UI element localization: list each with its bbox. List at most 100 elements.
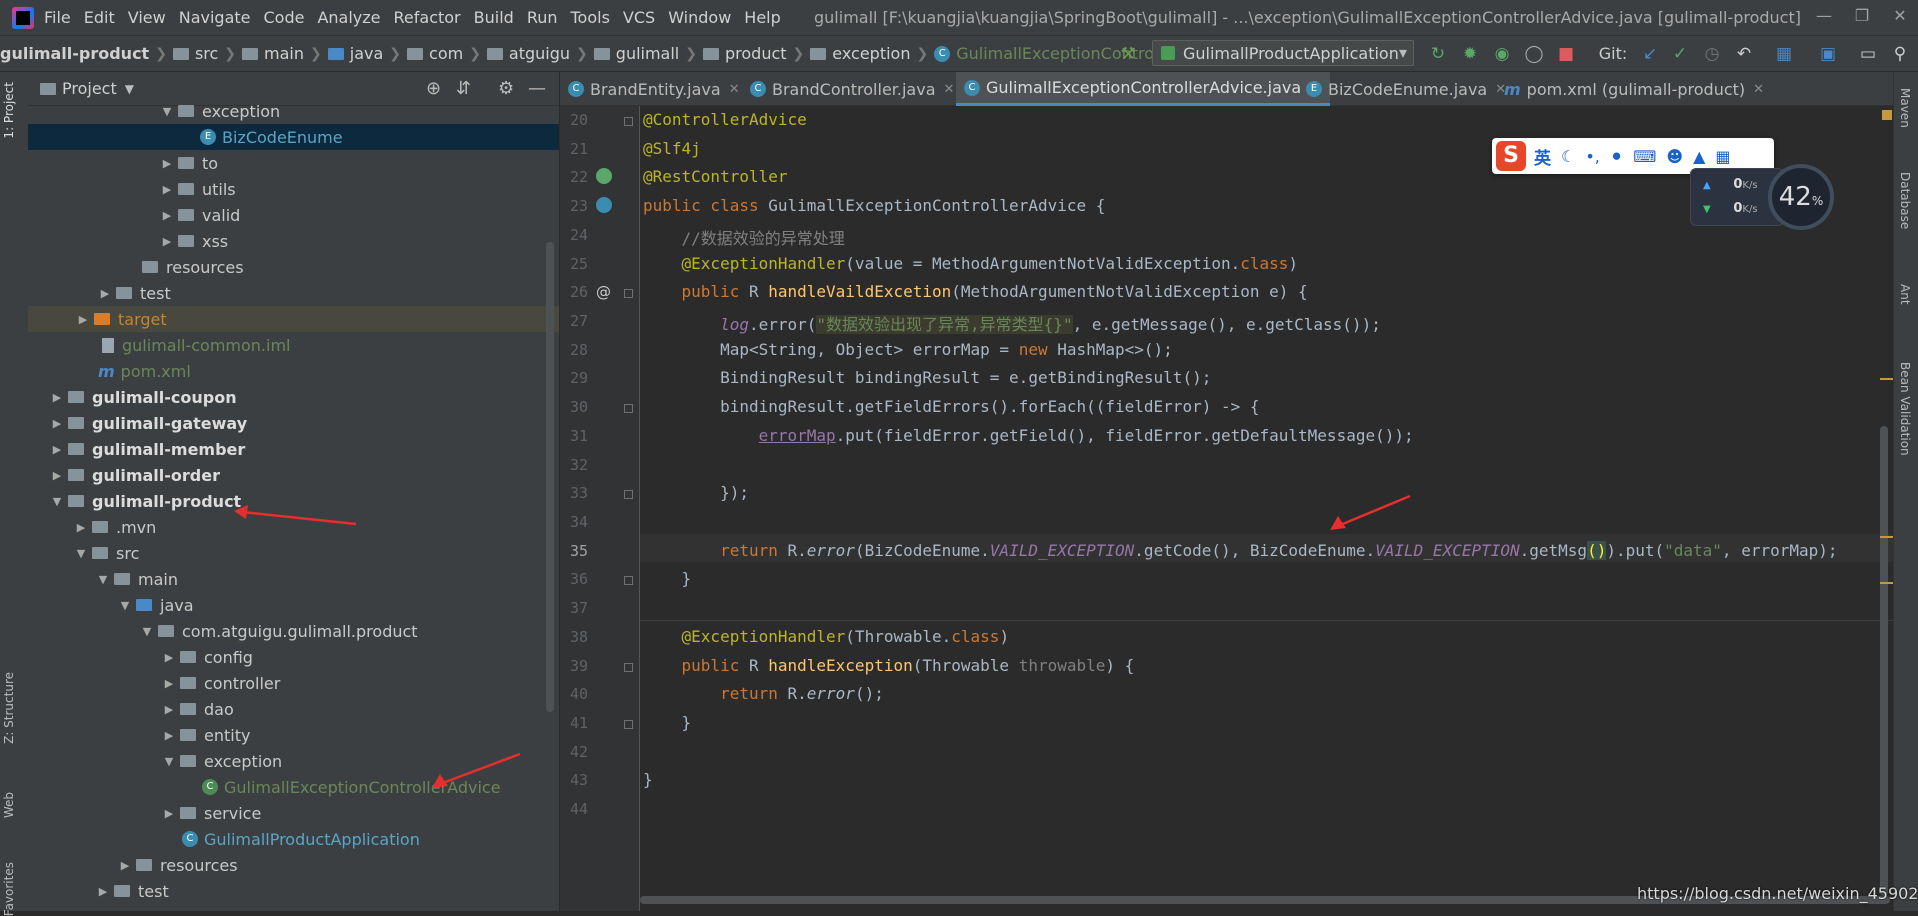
restore-icon[interactable]: ❐ [1848, 6, 1876, 28]
history-icon[interactable]: ◷ [1702, 44, 1722, 64]
tree-item[interactable]: ▶ gulimall-member [28, 436, 559, 462]
tree-item[interactable]: ▶ gulimall-gateway [28, 410, 559, 436]
tree-item[interactable]: ▼ java [28, 592, 559, 618]
structure-tool-tab[interactable]: Z: Structure [2, 672, 16, 744]
collapsed-arrow-icon[interactable]: ▶ [162, 703, 176, 716]
fold-icon[interactable] [624, 663, 633, 672]
close-tab-icon[interactable]: ✕ [1753, 82, 1764, 97]
spring-bean-icon[interactable] [596, 168, 612, 184]
collapsed-arrow-icon[interactable]: ▶ [96, 885, 110, 898]
breadcrumb-java[interactable]: java [327, 44, 383, 63]
collapse-all-icon[interactable]: ⇵ [456, 78, 471, 99]
expanded-arrow-icon[interactable]: ▼ [74, 547, 88, 560]
menu-navigate[interactable]: Navigate [179, 8, 251, 27]
chevron-down-icon[interactable]: ▼ [125, 82, 134, 96]
project-structure-icon[interactable]: ▦ [1774, 44, 1794, 64]
menu-refactor[interactable]: Refactor [394, 8, 461, 27]
tree-item[interactable]: ▶ config [28, 644, 559, 670]
translate-icon[interactable]: ▣ [1818, 44, 1838, 64]
fold-icon[interactable] [624, 576, 633, 585]
rerun-icon[interactable]: ↻ [1428, 44, 1448, 64]
close-icon[interactable]: ✕ [1886, 6, 1914, 28]
project-tool-tab[interactable]: 1: Project [2, 82, 16, 139]
warning-marker[interactable] [1880, 536, 1894, 538]
tab-brand-entity[interactable]: C BrandEntity.java ✕ [568, 72, 740, 106]
fold-icon[interactable] [624, 289, 633, 298]
tree-item[interactable]: m pom.xml [28, 358, 559, 384]
skin-shirt-icon[interactable]: ▲ [1693, 147, 1705, 166]
editor-vertical-scrollbar[interactable] [1880, 426, 1888, 896]
menu-help[interactable]: Help [744, 8, 780, 27]
maven-tool-tab[interactable]: Maven [1898, 88, 1912, 128]
ime-language-toggle[interactable]: 英 [1534, 144, 1551, 169]
expanded-arrow-icon[interactable]: ▼ [140, 625, 154, 638]
tab-biz-code-enume[interactable]: E BizCodeEnume.java ✕ [1306, 72, 1506, 106]
debug-bug-icon[interactable]: ✹ [1460, 44, 1480, 64]
search-icon[interactable]: ⚲ [1890, 44, 1910, 64]
grid-menu-icon[interactable]: ▦ [1715, 147, 1730, 166]
expanded-arrow-icon[interactable]: ▼ [50, 495, 64, 508]
menu-run[interactable]: Run [527, 8, 558, 27]
collapsed-arrow-icon[interactable]: ▶ [74, 521, 88, 534]
tree-item[interactable]: ▼ exception [28, 98, 559, 124]
fold-icon[interactable] [624, 720, 633, 729]
microphone-icon[interactable]: ⚫ [1610, 147, 1623, 166]
collapsed-arrow-icon[interactable]: ▶ [50, 443, 64, 456]
expanded-arrow-icon[interactable]: ▼ [118, 599, 132, 612]
profile-icon[interactable]: ◯ [1524, 44, 1544, 64]
minimize-icon[interactable]: — [1810, 6, 1838, 28]
tree-item[interactable]: ▶ to [28, 150, 559, 176]
gear-icon[interactable]: ⚙ [498, 78, 514, 99]
tree-item[interactable]: ▶ resources [28, 852, 559, 878]
warning-marker[interactable] [1880, 582, 1894, 584]
tree-item[interactable]: ▶ gulimall-order [28, 462, 559, 488]
tree-item-selected[interactable]: E BizCodeEnume [28, 124, 559, 150]
web-tool-tab[interactable]: Web [2, 792, 16, 818]
collapsed-arrow-icon[interactable]: ▶ [50, 391, 64, 404]
presentation-icon[interactable]: ▭ [1858, 44, 1878, 64]
tree-item[interactable]: ▶ valid [28, 202, 559, 228]
tree-scrollbar[interactable] [546, 242, 554, 712]
tree-item[interactable]: ▶ xss [28, 228, 559, 254]
tree-item[interactable]: ▶ service [28, 800, 559, 826]
tree-item[interactable]: ▶ controller [28, 670, 559, 696]
build-hammer-icon[interactable]: ⚒ [1118, 44, 1138, 64]
favorites-tool-tab[interactable]: Favorites [2, 862, 16, 916]
tree-item[interactable]: ▶ entity [28, 722, 559, 748]
keyboard-icon[interactable]: ⌨ [1633, 147, 1656, 166]
collapsed-arrow-icon[interactable]: ▶ [160, 183, 174, 196]
tree-item[interactable]: ▶ dao [28, 696, 559, 722]
breadcrumb-module[interactable]: gulimall-product [0, 44, 149, 63]
menu-code[interactable]: Code [264, 8, 305, 27]
collapsed-arrow-icon[interactable]: ▶ [162, 677, 176, 690]
punctuation-icon[interactable]: •, [1585, 147, 1600, 166]
tree-item[interactable]: resources [28, 254, 559, 280]
tree-item[interactable]: ▶ test [28, 878, 559, 904]
breadcrumb-atguigu[interactable]: atguigu [486, 44, 570, 63]
fold-icon[interactable] [624, 404, 633, 413]
breadcrumb-gulimall[interactable]: gulimall [593, 44, 679, 63]
tree-item[interactable]: ▼ src [28, 540, 559, 566]
bean-validation-tool-tab[interactable]: Bean Validation [1898, 362, 1912, 456]
vcs-update-icon[interactable]: ↙ [1640, 44, 1660, 64]
at-annotation-icon[interactable]: @ [596, 283, 612, 301]
tree-item[interactable]: gulimall-common.iml [28, 332, 559, 358]
revert-icon[interactable]: ↶ [1734, 44, 1754, 64]
breadcrumb-src[interactable]: src [172, 44, 218, 63]
tree-item[interactable]: ▶ target [28, 306, 559, 332]
collapsed-arrow-icon[interactable]: ▶ [76, 313, 90, 326]
locate-target-icon[interactable]: ⊕ [426, 78, 441, 99]
breadcrumb-product[interactable]: product [702, 44, 787, 63]
collapsed-arrow-icon[interactable]: ▶ [162, 807, 176, 820]
expanded-arrow-icon[interactable]: ▼ [160, 105, 174, 118]
user-icon[interactable]: ☻ [1666, 147, 1683, 166]
spring-bean-icon[interactable] [596, 197, 612, 213]
breadcrumb-main[interactable]: main [242, 44, 304, 63]
collapsed-arrow-icon[interactable]: ▶ [50, 469, 64, 482]
menu-edit[interactable]: Edit [84, 8, 115, 27]
collapsed-arrow-icon[interactable]: ▶ [160, 209, 174, 222]
expanded-arrow-icon[interactable]: ▼ [96, 573, 110, 586]
run-coverage-icon[interactable]: ◉ [1492, 44, 1512, 64]
collapsed-arrow-icon[interactable]: ▶ [98, 287, 112, 300]
collapsed-arrow-icon[interactable]: ▶ [118, 859, 132, 872]
